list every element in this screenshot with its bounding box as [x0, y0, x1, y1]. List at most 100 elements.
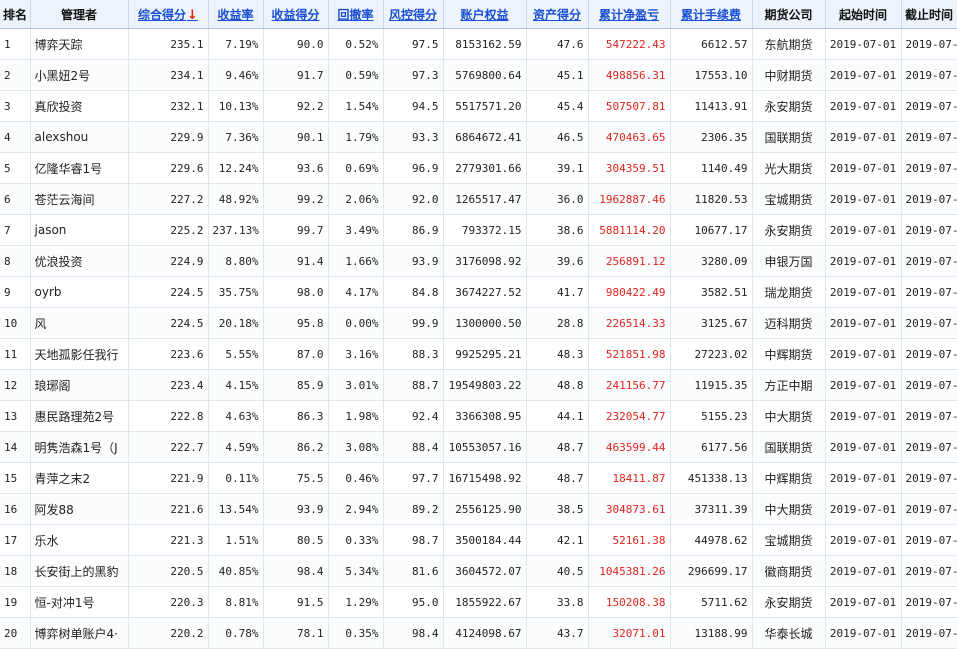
- fees-cell: 17553.10: [670, 59, 753, 91]
- header-net-profit[interactable]: 累计净盈亏: [588, 0, 671, 29]
- composite-score-cell: 220.3: [128, 586, 209, 618]
- net-profit-cell: 1045381.26: [588, 555, 671, 587]
- header-return-score[interactable]: 收益得分: [263, 0, 329, 29]
- risk-score-cell: 95.0: [383, 586, 444, 618]
- fees-cell: 13188.99: [670, 617, 753, 649]
- equity-cell: 2556125.90: [443, 493, 527, 525]
- header-asset-score[interactable]: 资产得分: [526, 0, 589, 29]
- risk-score-cell: 93.9: [383, 245, 444, 277]
- drawdown-cell: 0.52%: [328, 28, 384, 60]
- table-row: 4 alexshou 229.9 7.36% 90.1 1.79% 93.3 6864672.…: [0, 121, 957, 153]
- drawdown-cell: 0.35%: [328, 617, 384, 649]
- fees-cell: 2306.35: [670, 121, 753, 153]
- composite-score-cell: 221.6: [128, 493, 209, 525]
- end-date-cell: 2019-07-16: [901, 586, 957, 618]
- rank-cell: 3: [0, 90, 31, 122]
- return-rate-cell: 4.15%: [208, 369, 264, 401]
- risk-score-cell: 88.3: [383, 338, 444, 370]
- composite-score-cell: 225.2: [128, 214, 209, 246]
- header-return-rate[interactable]: 收益率: [208, 0, 264, 29]
- net-profit-cell: 980422.49: [588, 276, 671, 308]
- composite-score-cell: 229.9: [128, 121, 209, 153]
- header-fees[interactable]: 累计手续费: [670, 0, 753, 29]
- firm-cell: 方正中期: [752, 369, 826, 401]
- return-rate-cell: 1.51%: [208, 524, 264, 556]
- manager-cell: 苍茫云海间: [30, 183, 129, 215]
- equity-cell: 5517571.20: [443, 90, 527, 122]
- rank-cell: 8: [0, 245, 31, 277]
- risk-score-cell: 92.0: [383, 183, 444, 215]
- header-end-date: 截止时间: [901, 0, 957, 29]
- table-row: 20 博弈树单账户4· 220.2 0.78% 78.1 0.35% 98.4 4124098…: [0, 617, 957, 649]
- fees-cell: 11413.91: [670, 90, 753, 122]
- fees-cell: 3582.51: [670, 276, 753, 308]
- table-row: 13 惠民路理苑2号 222.8 4.63% 86.3 1.98% 92.4 3366308.…: [0, 400, 957, 432]
- asset-score-cell: 46.5: [526, 121, 589, 153]
- risk-score-cell: 94.5: [383, 90, 444, 122]
- manager-cell: 明隽浩森1号（J: [30, 431, 129, 463]
- header-drawdown[interactable]: 回撤率: [328, 0, 384, 29]
- net-profit-cell: 52161.38: [588, 524, 671, 556]
- fees-cell: 37311.39: [670, 493, 753, 525]
- asset-score-cell: 48.7: [526, 431, 589, 463]
- net-profit-cell: 304873.61: [588, 493, 671, 525]
- return-rate-cell: 12.24%: [208, 152, 264, 184]
- header-composite-score[interactable]: 综合得分↓: [128, 0, 209, 29]
- equity-cell: 16715498.92: [443, 462, 527, 494]
- firm-cell: 徽商期货: [752, 555, 826, 587]
- start-date-cell: 2019-07-01: [825, 28, 902, 60]
- table-row: 7 jason 225.2 237.13% 99.7 3.49% 86.9 793372.15…: [0, 214, 957, 246]
- start-date-cell: 2019-07-01: [825, 555, 902, 587]
- end-date-cell: 2019-07-16: [901, 59, 957, 91]
- rank-cell: 19: [0, 586, 31, 618]
- return-score-cell: 86.2: [263, 431, 329, 463]
- net-profit-cell: 226514.33: [588, 307, 671, 339]
- drawdown-cell: 1.66%: [328, 245, 384, 277]
- fees-cell: 3125.67: [670, 307, 753, 339]
- header-risk-score[interactable]: 风控得分: [383, 0, 444, 29]
- end-date-cell: 2019-07-16: [901, 400, 957, 432]
- net-profit-cell: 5881114.20: [588, 214, 671, 246]
- net-profit-cell: 547222.43: [588, 28, 671, 60]
- end-date-cell: 2019-07-16: [901, 431, 957, 463]
- return-rate-cell: 13.54%: [208, 493, 264, 525]
- composite-score-cell: 220.2: [128, 617, 209, 649]
- manager-cell: 青萍之末2: [30, 462, 129, 494]
- asset-score-cell: 41.7: [526, 276, 589, 308]
- end-date-cell: 2019-07-16: [901, 338, 957, 370]
- header-equity[interactable]: 账户权益: [443, 0, 527, 29]
- fees-cell: 11820.53: [670, 183, 753, 215]
- net-profit-cell: 18411.87: [588, 462, 671, 494]
- net-profit-cell: 304359.51: [588, 152, 671, 184]
- asset-score-cell: 42.1: [526, 524, 589, 556]
- asset-score-cell: 38.6: [526, 214, 589, 246]
- firm-cell: 国联期货: [752, 431, 826, 463]
- return-rate-cell: 4.59%: [208, 431, 264, 463]
- table-row: 3 真欣投资 232.1 10.13% 92.2 1.54% 94.5 5517571.20 4…: [0, 90, 957, 122]
- return-score-cell: 91.7: [263, 59, 329, 91]
- start-date-cell: 2019-07-01: [825, 524, 902, 556]
- return-rate-cell: 20.18%: [208, 307, 264, 339]
- header-row: 排名 管理者 综合得分↓ 收益率 收益得分 回撤率 风控得分 账户权益 资产得分…: [0, 0, 957, 29]
- start-date-cell: 2019-07-01: [825, 121, 902, 153]
- header-composite-score-label: 综合得分: [138, 7, 187, 22]
- return-score-cell: 91.4: [263, 245, 329, 277]
- asset-score-cell: 40.5: [526, 555, 589, 587]
- table-row: 9 oyrb 224.5 35.75% 98.0 4.17% 84.8 3674227.52 4…: [0, 276, 957, 308]
- return-score-cell: 87.0: [263, 338, 329, 370]
- asset-score-cell: 48.3: [526, 338, 589, 370]
- drawdown-cell: 1.29%: [328, 586, 384, 618]
- rank-cell: 16: [0, 493, 31, 525]
- end-date-cell: 2019-07-16: [901, 307, 957, 339]
- end-date-cell: 2019-07-16: [901, 524, 957, 556]
- composite-score-cell: 234.1: [128, 59, 209, 91]
- firm-cell: 中大期货: [752, 400, 826, 432]
- start-date-cell: 2019-07-01: [825, 369, 902, 401]
- risk-score-cell: 93.3: [383, 121, 444, 153]
- equity-cell: 6864672.41: [443, 121, 527, 153]
- firm-cell: 中大期货: [752, 493, 826, 525]
- net-profit-cell: 232054.77: [588, 400, 671, 432]
- equity-cell: 2779301.66: [443, 152, 527, 184]
- equity-cell: 8153162.59: [443, 28, 527, 60]
- return-rate-cell: 8.81%: [208, 586, 264, 618]
